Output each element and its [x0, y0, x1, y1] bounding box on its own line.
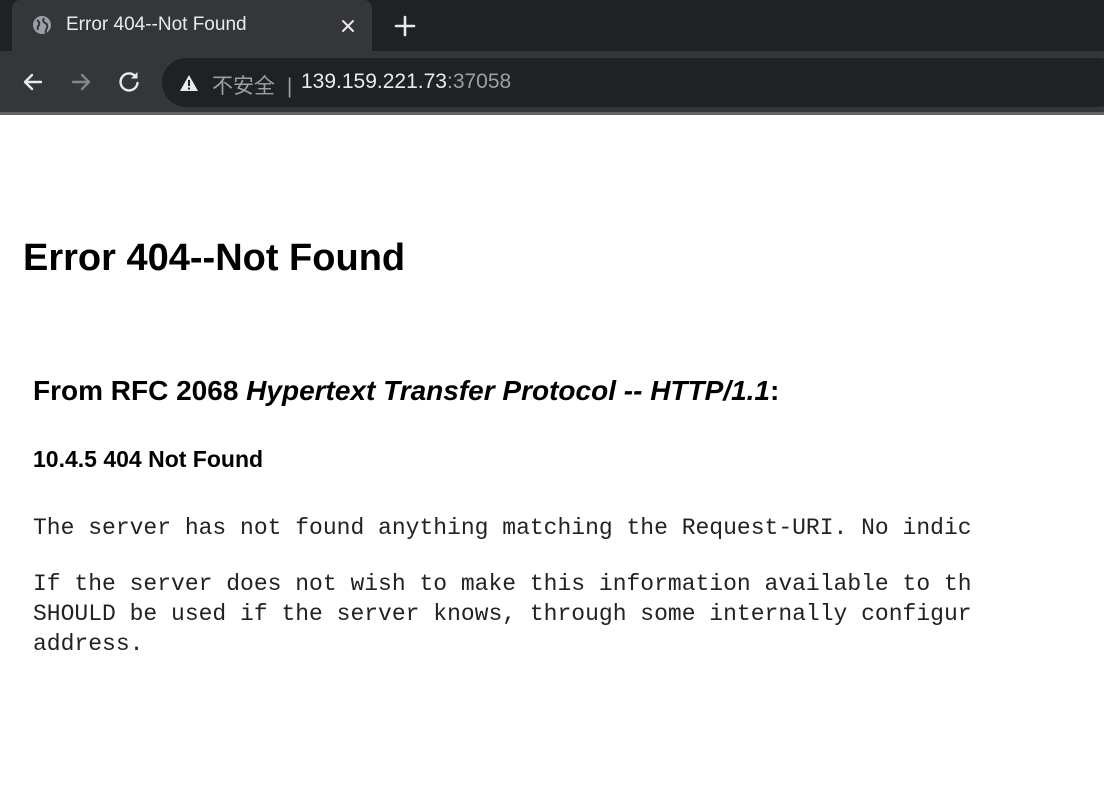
globe-icon	[33, 16, 51, 34]
reload-icon[interactable]	[115, 68, 143, 96]
rfc-heading: From RFC 2068 Hypertext Transfer Protoco…	[33, 375, 779, 407]
paragraph-1: The server has not found anything matchi…	[33, 515, 972, 541]
page-content: Error 404--Not Found From RFC 2068 Hyper…	[0, 115, 1104, 807]
url-text[interactable]: 139.159.221.73:37058	[301, 70, 511, 94]
page-title: Error 404--Not Found	[23, 237, 406, 279]
rfc-heading-prefix: From RFC 2068	[33, 375, 247, 406]
tab-title: Error 404--Not Found	[66, 14, 247, 35]
plus-icon[interactable]	[392, 13, 418, 39]
paragraph-2-line-1: If the server does not wish to make this…	[33, 571, 972, 597]
close-icon[interactable]	[336, 14, 360, 38]
address-separator: |	[286, 75, 293, 98]
security-label[interactable]: 不安全 |	[212, 70, 292, 100]
tab-strip: Error 404--Not Found	[0, 0, 1104, 51]
paragraph-2-line-3: address.	[33, 631, 144, 657]
warning-triangle-icon	[180, 75, 198, 91]
security-label-text: 不安全	[212, 75, 275, 98]
url-host: 139.159.221.73	[301, 70, 447, 93]
url-port: :37058	[446, 70, 512, 93]
paragraph-2-line-2: SHOULD be used if the server knows, thro…	[33, 601, 972, 627]
arrow-left-icon[interactable]	[19, 68, 47, 96]
section-heading: 10.4.5 404 Not Found	[33, 446, 264, 472]
rfc-heading-suffix: :	[770, 375, 780, 406]
browser-toolbar: 不安全 | 139.159.221.73:37058	[0, 51, 1104, 112]
active-tab[interactable]: Error 404--Not Found	[12, 0, 372, 51]
arrow-right-icon[interactable]	[67, 68, 95, 96]
rfc-heading-title: Hypertext Transfer Protocol -- HTTP/1.1	[246, 375, 770, 406]
address-bar[interactable]: 不安全 | 139.159.221.73:37058	[162, 58, 1104, 107]
